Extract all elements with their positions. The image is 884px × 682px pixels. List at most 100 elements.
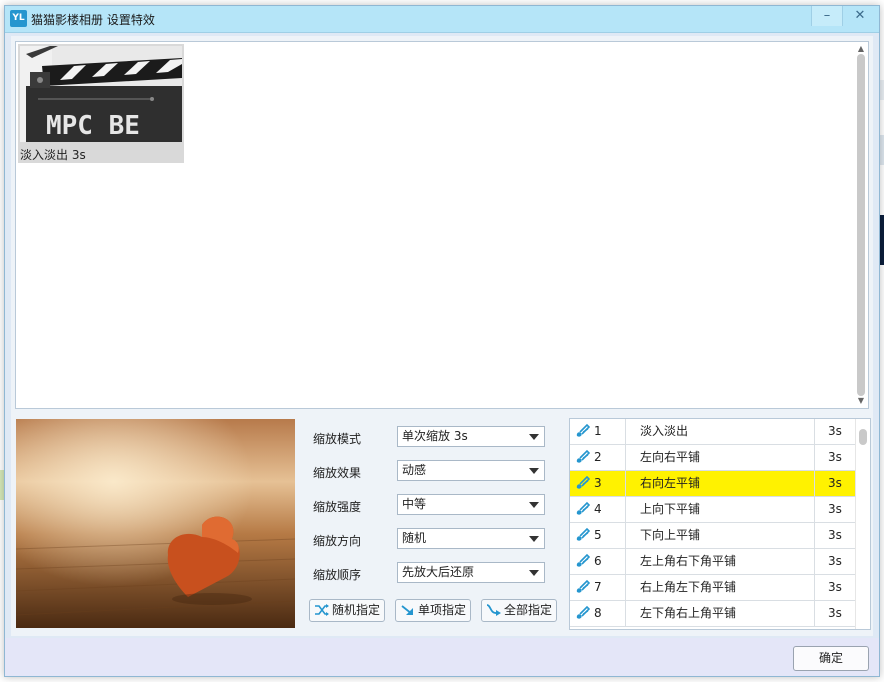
scrollbar-thumb[interactable] bbox=[859, 429, 867, 445]
chevron-down-icon bbox=[529, 536, 539, 542]
effect-list-row[interactable]: 8 左下角右上角平铺 3s bbox=[570, 601, 856, 627]
effect-name: 左上角右下角平铺 bbox=[640, 554, 737, 568]
brush-icon bbox=[574, 501, 591, 517]
effect-list-row[interactable]: 3 右向左平铺 3s bbox=[570, 471, 856, 497]
window-title: 猫猫影楼相册 设置特效 bbox=[31, 13, 155, 27]
zoom-order-select[interactable]: 先放大后还原 bbox=[397, 562, 545, 583]
dialog-footer: 确定 bbox=[5, 638, 879, 676]
zoom-effect-value: 动感 bbox=[402, 463, 427, 477]
effect-duration: 3s bbox=[828, 424, 842, 438]
preview-image bbox=[16, 419, 295, 628]
column-divider bbox=[814, 523, 815, 548]
effect-list-row[interactable]: 2 左向右平铺 3s bbox=[570, 445, 856, 471]
ok-button[interactable]: 确定 bbox=[793, 646, 869, 671]
effect-name: 左向右平铺 bbox=[640, 450, 701, 464]
scrollbar-thumb[interactable] bbox=[857, 54, 865, 396]
chevron-down-icon bbox=[529, 502, 539, 508]
effect-number: 6 bbox=[594, 554, 602, 568]
effect-name: 上向下平铺 bbox=[640, 502, 701, 516]
brush-icon bbox=[574, 553, 591, 569]
zoom-direction-value: 随机 bbox=[402, 531, 427, 545]
effect-number: 7 bbox=[594, 580, 602, 594]
effect-number: 4 bbox=[594, 502, 602, 516]
arrow-down-right-icon bbox=[401, 605, 413, 615]
effect-number: 8 bbox=[594, 606, 602, 620]
scroll-up-icon[interactable]: ▲ bbox=[856, 44, 866, 54]
effect-number: 1 bbox=[594, 424, 602, 438]
zoom-order-label: 缩放顺序 bbox=[313, 568, 362, 582]
effect-duration: 3s bbox=[828, 554, 842, 568]
effect-name: 下向上平铺 bbox=[640, 528, 701, 542]
effect-list-scrollbar[interactable] bbox=[855, 419, 870, 629]
effect-duration: 3s bbox=[828, 450, 842, 464]
title-bar[interactable]: YL 猫猫影楼相册 设置特效 – ✕ bbox=[5, 6, 879, 33]
zoom-order-value: 先放大后还原 bbox=[402, 565, 475, 579]
zoom-effect-select[interactable]: 动感 bbox=[397, 460, 545, 481]
column-divider bbox=[625, 471, 626, 496]
brush-icon bbox=[574, 605, 591, 621]
column-divider bbox=[814, 601, 815, 626]
curve-arrow-icon bbox=[486, 604, 501, 616]
thumbnail-scrollbar[interactable]: ▲ ▼ bbox=[854, 42, 868, 408]
brush-icon bbox=[574, 527, 591, 543]
effect-list-row[interactable]: 4 上向下平铺 3s bbox=[570, 497, 856, 523]
shuffle-icon bbox=[315, 604, 329, 616]
effect-duration: 3s bbox=[828, 580, 842, 594]
effect-duration: 3s bbox=[828, 476, 842, 490]
column-divider bbox=[814, 575, 815, 600]
column-divider bbox=[625, 445, 626, 470]
zoom-mode-label: 缩放模式 bbox=[313, 432, 362, 446]
app-logo-icon: YL bbox=[10, 10, 27, 27]
effect-list-row[interactable]: 7 右上角左下角平铺 3s bbox=[570, 575, 856, 601]
zoom-mode-value: 单次缩放 3s bbox=[402, 429, 468, 443]
zoom-effect-label: 缩放效果 bbox=[313, 466, 362, 480]
random-assign-button[interactable]: 随机指定 bbox=[309, 599, 385, 622]
thumbnail-caption: 淡入淡出 3s bbox=[20, 148, 86, 162]
scroll-down-icon[interactable]: ▼ bbox=[856, 396, 866, 406]
effect-number: 5 bbox=[594, 528, 602, 542]
single-assign-label: 单项指定 bbox=[418, 603, 467, 617]
clapperboard-text: MPC BE bbox=[46, 111, 140, 141]
column-divider bbox=[814, 549, 815, 574]
apply-all-label: 全部指定 bbox=[504, 603, 553, 617]
random-assign-label: 随机指定 bbox=[332, 603, 381, 617]
zoom-strength-select[interactable]: 中等 bbox=[397, 494, 545, 515]
effect-name: 淡入淡出 bbox=[640, 424, 689, 438]
effect-list-row[interactable]: 1 淡入淡出 3s bbox=[570, 419, 856, 445]
single-assign-button[interactable]: 单项指定 bbox=[395, 599, 471, 622]
effect-list-row[interactable]: 6 左上角右下角平铺 3s bbox=[570, 549, 856, 575]
column-divider bbox=[625, 497, 626, 522]
effect-settings-dialog: YL 猫猫影楼相册 设置特效 – ✕ MPC BE 淡入淡出 3s ▲ ▼ 缩放… bbox=[4, 5, 880, 677]
close-button[interactable]: ✕ bbox=[845, 6, 875, 26]
column-divider bbox=[814, 497, 815, 522]
column-divider bbox=[625, 549, 626, 574]
apply-all-button[interactable]: 全部指定 bbox=[481, 599, 557, 622]
effect-thumbnail-panel[interactable]: MPC BE 淡入淡出 3s ▲ ▼ bbox=[15, 41, 869, 409]
column-divider bbox=[625, 419, 626, 444]
zoom-strength-label: 缩放强度 bbox=[313, 500, 362, 514]
effect-duration: 3s bbox=[828, 502, 842, 516]
effect-number: 2 bbox=[594, 450, 602, 464]
column-divider bbox=[625, 523, 626, 548]
dialog-body: MPC BE 淡入淡出 3s ▲ ▼ 缩放模式 单次缩放 3s 缩放效果 动感 … bbox=[11, 36, 873, 636]
zoom-strength-value: 中等 bbox=[402, 497, 427, 511]
effect-list[interactable]: 1 淡入淡出 3s 2 左向右平铺 3s 3 右向左平铺 3s 4 上向下平铺 3s 5 下向上平铺 3s 6… bbox=[569, 418, 871, 630]
brush-icon bbox=[574, 475, 591, 491]
zoom-mode-select[interactable]: 单次缩放 3s bbox=[397, 426, 545, 447]
brush-icon bbox=[574, 449, 591, 465]
effect-duration: 3s bbox=[828, 528, 842, 542]
zoom-direction-select[interactable]: 随机 bbox=[397, 528, 545, 549]
minimize-button[interactable]: – bbox=[811, 6, 843, 26]
effect-name: 左下角右上角平铺 bbox=[640, 606, 737, 620]
effect-name: 右向左平铺 bbox=[640, 476, 701, 490]
clapperboard-image: MPC BE bbox=[20, 46, 182, 142]
brush-icon bbox=[574, 423, 591, 439]
effect-thumbnail[interactable]: MPC BE 淡入淡出 3s bbox=[18, 44, 184, 163]
chevron-down-icon bbox=[529, 434, 539, 440]
column-divider bbox=[625, 601, 626, 626]
effect-number: 3 bbox=[594, 476, 602, 490]
effect-list-row[interactable]: 5 下向上平铺 3s bbox=[570, 523, 856, 549]
chevron-down-icon bbox=[529, 468, 539, 474]
column-divider bbox=[814, 445, 815, 470]
effect-name: 右上角左下角平铺 bbox=[640, 580, 737, 594]
